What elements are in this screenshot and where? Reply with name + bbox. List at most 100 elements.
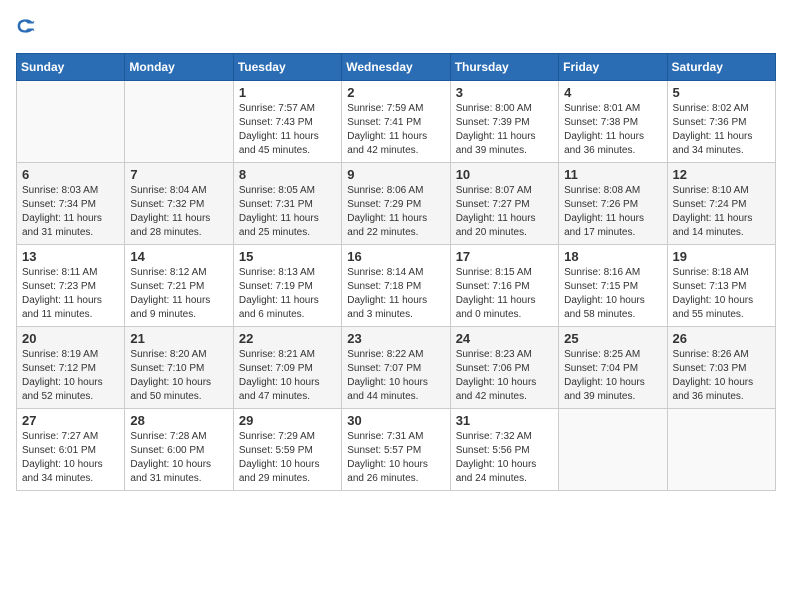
- calendar-cell: 3 Sunrise: 8:00 AMSunset: 7:39 PMDayligh…: [450, 81, 558, 163]
- day-info: Sunrise: 8:26 AMSunset: 7:03 PMDaylight:…: [673, 349, 754, 402]
- day-number: 20: [22, 331, 119, 346]
- day-number: 28: [130, 413, 227, 428]
- calendar-table: SundayMondayTuesdayWednesdayThursdayFrid…: [16, 53, 776, 491]
- day-number: 24: [456, 331, 553, 346]
- day-of-week-header: Thursday: [450, 54, 558, 81]
- day-info: Sunrise: 8:15 AMSunset: 7:16 PMDaylight:…: [456, 267, 536, 320]
- logo-icon: [16, 16, 36, 36]
- calendar-cell: 31 Sunrise: 7:32 AMSunset: 5:56 PMDaylig…: [450, 409, 558, 491]
- day-info: Sunrise: 8:04 AMSunset: 7:32 PMDaylight:…: [130, 185, 210, 238]
- day-number: 12: [673, 167, 770, 182]
- day-of-week-header: Sunday: [17, 54, 125, 81]
- day-info: Sunrise: 8:20 AMSunset: 7:10 PMDaylight:…: [130, 349, 211, 402]
- day-info: Sunrise: 7:32 AMSunset: 5:56 PMDaylight:…: [456, 431, 537, 484]
- calendar-cell: 28 Sunrise: 7:28 AMSunset: 6:00 PMDaylig…: [125, 409, 233, 491]
- calendar-cell: 6 Sunrise: 8:03 AMSunset: 7:34 PMDayligh…: [17, 163, 125, 245]
- day-number: 19: [673, 249, 770, 264]
- day-number: 2: [347, 85, 444, 100]
- day-number: 6: [22, 167, 119, 182]
- calendar-cell: 30 Sunrise: 7:31 AMSunset: 5:57 PMDaylig…: [342, 409, 450, 491]
- day-info: Sunrise: 8:07 AMSunset: 7:27 PMDaylight:…: [456, 185, 536, 238]
- day-number: 18: [564, 249, 661, 264]
- day-info: Sunrise: 8:21 AMSunset: 7:09 PMDaylight:…: [239, 349, 320, 402]
- day-of-week-header: Tuesday: [233, 54, 341, 81]
- day-info: Sunrise: 8:22 AMSunset: 7:07 PMDaylight:…: [347, 349, 428, 402]
- calendar-cell: 14 Sunrise: 8:12 AMSunset: 7:21 PMDaylig…: [125, 245, 233, 327]
- day-info: Sunrise: 8:01 AMSunset: 7:38 PMDaylight:…: [564, 103, 644, 156]
- day-info: Sunrise: 8:12 AMSunset: 7:21 PMDaylight:…: [130, 267, 210, 320]
- day-of-week-header: Monday: [125, 54, 233, 81]
- day-info: Sunrise: 8:23 AMSunset: 7:06 PMDaylight:…: [456, 349, 537, 402]
- day-number: 23: [347, 331, 444, 346]
- calendar-cell: 8 Sunrise: 8:05 AMSunset: 7:31 PMDayligh…: [233, 163, 341, 245]
- calendar-cell: 15 Sunrise: 8:13 AMSunset: 7:19 PMDaylig…: [233, 245, 341, 327]
- calendar-cell: 9 Sunrise: 8:06 AMSunset: 7:29 PMDayligh…: [342, 163, 450, 245]
- day-info: Sunrise: 8:13 AMSunset: 7:19 PMDaylight:…: [239, 267, 319, 320]
- day-of-week-header: Wednesday: [342, 54, 450, 81]
- day-number: 22: [239, 331, 336, 346]
- day-info: Sunrise: 7:27 AMSunset: 6:01 PMDaylight:…: [22, 431, 103, 484]
- calendar-cell: [17, 81, 125, 163]
- day-number: 16: [347, 249, 444, 264]
- day-info: Sunrise: 7:28 AMSunset: 6:00 PMDaylight:…: [130, 431, 211, 484]
- day-info: Sunrise: 8:19 AMSunset: 7:12 PMDaylight:…: [22, 349, 103, 402]
- calendar-cell: 17 Sunrise: 8:15 AMSunset: 7:16 PMDaylig…: [450, 245, 558, 327]
- day-info: Sunrise: 8:08 AMSunset: 7:26 PMDaylight:…: [564, 185, 644, 238]
- day-info: Sunrise: 8:02 AMSunset: 7:36 PMDaylight:…: [673, 103, 753, 156]
- day-info: Sunrise: 8:14 AMSunset: 7:18 PMDaylight:…: [347, 267, 427, 320]
- calendar-cell: 4 Sunrise: 8:01 AMSunset: 7:38 PMDayligh…: [559, 81, 667, 163]
- day-number: 30: [347, 413, 444, 428]
- calendar-cell: 13 Sunrise: 8:11 AMSunset: 7:23 PMDaylig…: [17, 245, 125, 327]
- day-number: 13: [22, 249, 119, 264]
- day-number: 8: [239, 167, 336, 182]
- calendar-cell: 21 Sunrise: 8:20 AMSunset: 7:10 PMDaylig…: [125, 327, 233, 409]
- day-number: 14: [130, 249, 227, 264]
- day-of-week-header: Friday: [559, 54, 667, 81]
- calendar-cell: 16 Sunrise: 8:14 AMSunset: 7:18 PMDaylig…: [342, 245, 450, 327]
- day-number: 27: [22, 413, 119, 428]
- day-number: 5: [673, 85, 770, 100]
- logo: [16, 16, 40, 41]
- day-info: Sunrise: 8:18 AMSunset: 7:13 PMDaylight:…: [673, 267, 754, 320]
- calendar-cell: 11 Sunrise: 8:08 AMSunset: 7:26 PMDaylig…: [559, 163, 667, 245]
- day-info: Sunrise: 7:57 AMSunset: 7:43 PMDaylight:…: [239, 103, 319, 156]
- day-number: 15: [239, 249, 336, 264]
- day-info: Sunrise: 8:10 AMSunset: 7:24 PMDaylight:…: [673, 185, 753, 238]
- calendar-cell: [667, 409, 775, 491]
- calendar-cell: [125, 81, 233, 163]
- day-number: 3: [456, 85, 553, 100]
- calendar-cell: 12 Sunrise: 8:10 AMSunset: 7:24 PMDaylig…: [667, 163, 775, 245]
- calendar-cell: 22 Sunrise: 8:21 AMSunset: 7:09 PMDaylig…: [233, 327, 341, 409]
- day-number: 25: [564, 331, 661, 346]
- day-number: 31: [456, 413, 553, 428]
- day-of-week-header: Saturday: [667, 54, 775, 81]
- calendar-cell: 1 Sunrise: 7:57 AMSunset: 7:43 PMDayligh…: [233, 81, 341, 163]
- day-info: Sunrise: 8:00 AMSunset: 7:39 PMDaylight:…: [456, 103, 536, 156]
- calendar-cell: 29 Sunrise: 7:29 AMSunset: 5:59 PMDaylig…: [233, 409, 341, 491]
- calendar-cell: 27 Sunrise: 7:27 AMSunset: 6:01 PMDaylig…: [17, 409, 125, 491]
- calendar-cell: [559, 409, 667, 491]
- calendar-cell: 10 Sunrise: 8:07 AMSunset: 7:27 PMDaylig…: [450, 163, 558, 245]
- day-number: 29: [239, 413, 336, 428]
- day-info: Sunrise: 8:25 AMSunset: 7:04 PMDaylight:…: [564, 349, 645, 402]
- day-number: 26: [673, 331, 770, 346]
- day-number: 1: [239, 85, 336, 100]
- calendar-cell: 18 Sunrise: 8:16 AMSunset: 7:15 PMDaylig…: [559, 245, 667, 327]
- header: [16, 16, 776, 41]
- calendar-cell: 2 Sunrise: 7:59 AMSunset: 7:41 PMDayligh…: [342, 81, 450, 163]
- day-number: 7: [130, 167, 227, 182]
- calendar-cell: 7 Sunrise: 8:04 AMSunset: 7:32 PMDayligh…: [125, 163, 233, 245]
- calendar-cell: 24 Sunrise: 8:23 AMSunset: 7:06 PMDaylig…: [450, 327, 558, 409]
- calendar-cell: 23 Sunrise: 8:22 AMSunset: 7:07 PMDaylig…: [342, 327, 450, 409]
- calendar-cell: 19 Sunrise: 8:18 AMSunset: 7:13 PMDaylig…: [667, 245, 775, 327]
- day-info: Sunrise: 8:03 AMSunset: 7:34 PMDaylight:…: [22, 185, 102, 238]
- day-info: Sunrise: 7:59 AMSunset: 7:41 PMDaylight:…: [347, 103, 427, 156]
- day-number: 9: [347, 167, 444, 182]
- day-info: Sunrise: 8:11 AMSunset: 7:23 PMDaylight:…: [22, 267, 102, 320]
- day-info: Sunrise: 7:31 AMSunset: 5:57 PMDaylight:…: [347, 431, 428, 484]
- calendar-cell: 5 Sunrise: 8:02 AMSunset: 7:36 PMDayligh…: [667, 81, 775, 163]
- day-number: 11: [564, 167, 661, 182]
- day-info: Sunrise: 8:06 AMSunset: 7:29 PMDaylight:…: [347, 185, 427, 238]
- day-number: 17: [456, 249, 553, 264]
- day-info: Sunrise: 8:16 AMSunset: 7:15 PMDaylight:…: [564, 267, 645, 320]
